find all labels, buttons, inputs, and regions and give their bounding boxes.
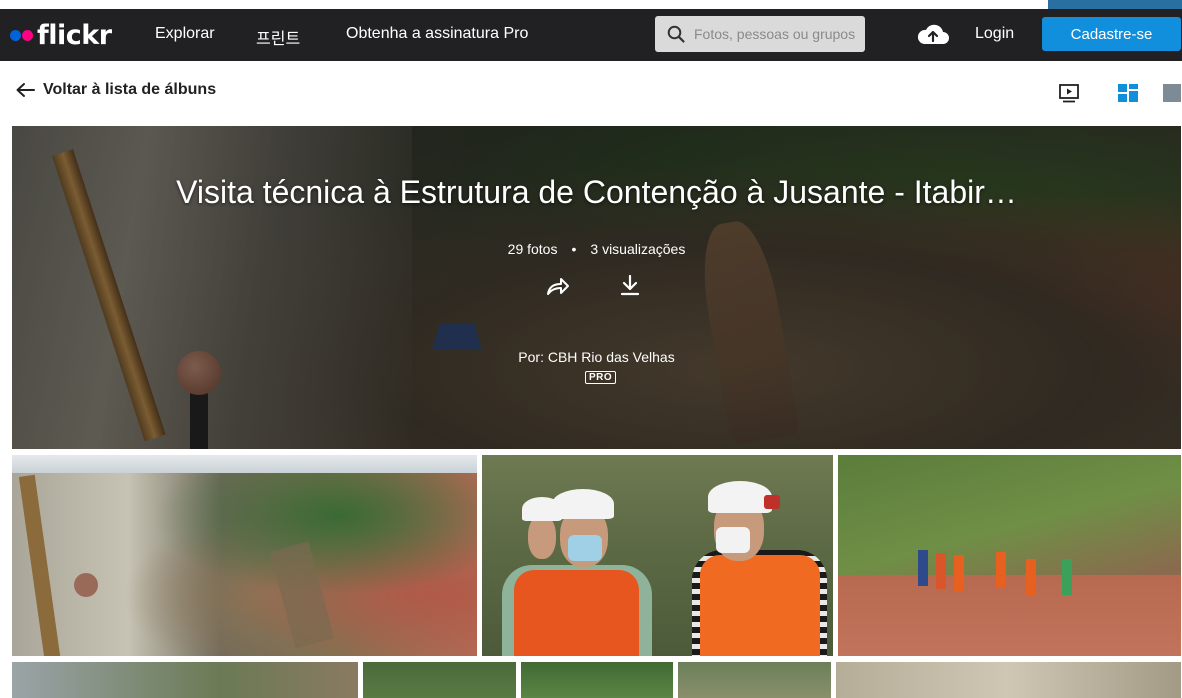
pro-badge: PRO (585, 371, 617, 384)
photo-person (996, 552, 1006, 588)
photo-person (954, 555, 964, 591)
share-icon[interactable] (545, 274, 571, 298)
photo-person-face (528, 515, 556, 559)
album-title: Visita técnica à Estrutura de Contenção … (176, 174, 1017, 210)
accent-strip (1048, 0, 1182, 9)
photo-person-vest (700, 555, 820, 656)
photo-thumbnail[interactable] (12, 455, 477, 656)
photo-ground (838, 575, 1181, 656)
photo-person (936, 553, 946, 589)
photo-person (918, 550, 928, 586)
top-area: flickr Explorar 프린트 Obtenha a assinatura… (0, 0, 1182, 61)
download-icon[interactable] (619, 274, 641, 298)
photo-pipe (74, 573, 98, 597)
photo-person-helmet (708, 481, 772, 513)
photo-thumbnail[interactable] (12, 662, 358, 698)
photo-person-mask (716, 527, 750, 553)
signup-button[interactable]: Cadastre-se (1042, 17, 1181, 51)
back-label: Voltar à lista de álbuns (43, 81, 217, 98)
album-cover: Visita técnica à Estrutura de Contenção … (12, 126, 1181, 449)
upload-cloud-icon (917, 24, 949, 44)
album-actions (545, 274, 641, 298)
grid-view-icon[interactable] (1117, 82, 1139, 104)
logo-dot-pink (22, 29, 33, 41)
photo-water (269, 541, 335, 649)
album-stats: 29 fotos • 3 visualizações (12, 241, 1181, 257)
back-to-albums[interactable]: Voltar à lista de álbuns (15, 81, 216, 99)
upload-button[interactable] (916, 22, 950, 51)
photo-person (1026, 559, 1036, 595)
photo-count: 29 fotos (507, 241, 558, 257)
photo-thumbnail[interactable] (678, 662, 831, 698)
search-icon (667, 25, 685, 43)
photo-thumbnail[interactable] (363, 662, 516, 698)
nav-prints[interactable]: 프린트 (256, 25, 300, 49)
view-count: 3 visualizações (590, 241, 686, 257)
photo-sky (12, 455, 477, 473)
photo-thumbnail[interactable] (836, 662, 1181, 698)
single-view-icon[interactable] (1162, 82, 1182, 104)
nav-explore[interactable]: Explorar (155, 25, 215, 43)
slideshow-icon[interactable] (1058, 82, 1080, 104)
navbar: flickr Explorar 프린트 Obtenha a assinatura… (0, 9, 1182, 61)
photo-person (1062, 559, 1072, 595)
logo-dot-blue (10, 29, 21, 41)
logo-text: flickr (37, 19, 112, 51)
album-owner[interactable]: Por: CBH Rio das Velhas (12, 349, 1181, 365)
photo-person-mask (568, 535, 602, 561)
search-input[interactable] (694, 26, 864, 42)
photo-thumbnail[interactable] (482, 455, 833, 656)
stats-separator: • (571, 241, 577, 257)
photo-earmuff (764, 495, 780, 509)
photo-thumbnail[interactable] (838, 455, 1181, 656)
flickr-logo[interactable]: flickr (10, 19, 112, 51)
search-box[interactable] (655, 16, 865, 52)
login-link[interactable]: Login (975, 25, 1014, 43)
photo-person-helmet (522, 497, 562, 521)
photo-person-vest (514, 570, 639, 656)
arrow-left-icon (16, 83, 35, 97)
photo-thumbnail[interactable] (521, 662, 673, 698)
photo-pole (18, 474, 62, 656)
nav-get-pro[interactable]: Obtenha a assinatura Pro (346, 25, 528, 43)
